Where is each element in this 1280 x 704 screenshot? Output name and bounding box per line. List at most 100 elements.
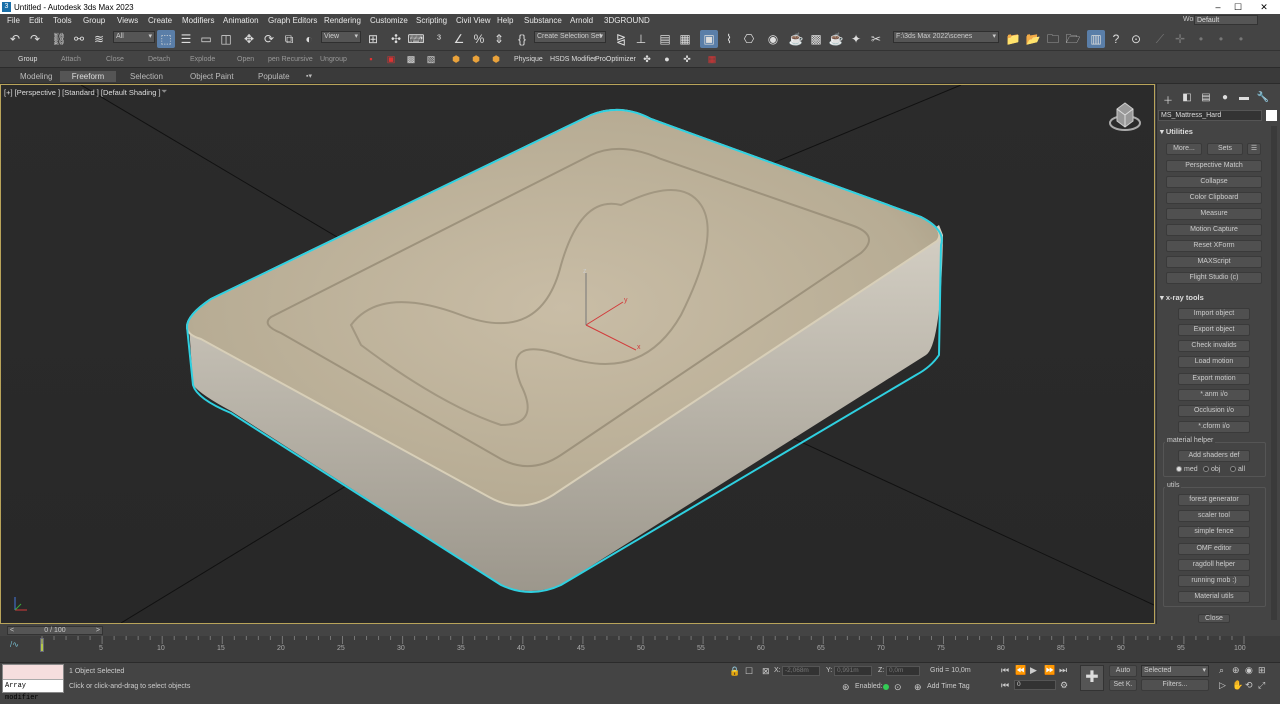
save-folder-icon[interactable]: 🗀 [1044,30,1062,48]
occlusion-io-button[interactable]: Occlusion i/o [1178,405,1250,417]
menu-civil-view[interactable]: Civil View [456,16,491,25]
go-to-start-icon[interactable]: ⏮ [1001,665,1009,676]
plugin-icon-4[interactable]: ▧ [422,50,440,68]
pivot-center-icon[interactable]: ⊞ [364,30,382,48]
maximize-viewport-icon[interactable]: ⤢ [1258,680,1265,691]
attach-button[interactable]: Attach [61,56,81,63]
hierarchy-tab-icon[interactable]: ▤ [1198,92,1214,106]
physique-button[interactable]: Physique [514,56,543,63]
radio-obj[interactable]: obj [1203,466,1220,473]
rotate-icon[interactable]: ⟳ [260,30,278,48]
project-folder-icon[interactable]: 📁 [1004,30,1022,48]
sphere-icon[interactable]: ● [658,50,676,68]
perspective-viewport[interactable]: x y z [+] [Perspective ] [Standard ] [De… [0,84,1155,624]
group-button[interactable]: Group [18,56,37,63]
plugin-icon-6[interactable]: ✜ [678,50,696,68]
command-panel-scrollbar[interactable] [1271,126,1277,620]
box-icon-1[interactable]: ⬢ [447,50,465,68]
tab-selection[interactable]: Selection [124,71,169,82]
material-editor-icon[interactable]: ◉ [764,30,782,48]
link-icon[interactable]: ⛓ [50,30,68,48]
import-object-button[interactable]: Import object [1178,308,1250,320]
select-object-icon[interactable]: ⬚ [157,30,175,48]
plugin-icon-7[interactable]: ▦ [703,50,721,68]
maxscript-listener[interactable]: Array modifier [2,664,64,702]
add-time-tag-icon[interactable]: ⊕ [914,682,922,693]
running-mob-button[interactable]: running mob :) [1178,575,1250,587]
load-motion-button[interactable]: Load motion [1178,356,1250,368]
y-coordinate-field[interactable]: 0,991m [834,666,872,676]
bind-space-warp-icon[interactable]: ≋ [90,30,108,48]
angle-snap-icon[interactable]: ∠ [450,30,468,48]
rectangular-selection-icon[interactable]: ▭ [197,30,215,48]
box-icon-2[interactable]: ⬢ [467,50,485,68]
menu-scripting[interactable]: Scripting [416,16,447,25]
tab-modeling[interactable]: Modeling [14,71,58,82]
plugin-icon-3[interactable]: ▩ [402,50,420,68]
menu-create[interactable]: Create [148,16,172,25]
xray-tools-rollout-title[interactable]: ▾ x-ray tools [1160,293,1204,302]
anm-io-button[interactable]: *.anm i/o [1178,389,1250,401]
help-icon[interactable]: ? [1107,30,1125,48]
set-key-icon[interactable]: ✚ [1080,665,1104,691]
time-slider[interactable]: <0 / 100 > [7,626,103,635]
maxscript-output[interactable]: Array modifier [3,679,63,704]
hsds-modifier-button[interactable]: HSDS Modifier [550,56,596,63]
menu-rendering[interactable]: Rendering [324,16,361,25]
menu-group[interactable]: Group [83,16,105,25]
spinner-snap-icon[interactable]: ⇕ [490,30,508,48]
time-configuration-icon[interactable]: ⚙ [1060,680,1068,691]
menu-file[interactable]: File [7,16,20,25]
maxscript-button[interactable]: MAXScript [1166,256,1262,268]
scaler-tool-button[interactable]: scaler tool [1178,510,1250,522]
perspective-match-button[interactable]: Perspective Match [1166,160,1262,172]
cform-io-button[interactable]: *.cform i/o [1178,421,1250,433]
layer-explorer-icon[interactable]: ▦ [676,30,694,48]
curve-editor-icon[interactable]: ⌇ [720,30,738,48]
object-color-swatch[interactable] [1266,110,1277,121]
auto-key-button[interactable]: Auto [1109,665,1137,677]
key-filters-button[interactable]: Filters... [1141,679,1209,691]
open-folder-icon[interactable]: 📂 [1024,30,1042,48]
motion-capture-button[interactable]: Motion Capture [1166,224,1262,236]
toggle-ribbon-icon[interactable]: ▣ [700,30,718,48]
key-filter-dropdown[interactable]: Selected [1141,665,1209,677]
render-production-icon[interactable]: ☕ [827,30,845,48]
export-motion-button[interactable]: Export motion [1178,373,1250,385]
add-shaders-def-button[interactable]: Add shaders def [1178,450,1250,462]
menu-edit[interactable]: Edit [29,16,43,25]
radio-all[interactable]: all [1230,466,1245,473]
selection-filter-dropdown[interactable]: All [113,31,155,43]
set-key-button[interactable]: Set K. [1109,679,1137,691]
next-frame-icon[interactable]: ⏩ [1044,665,1055,676]
viewport-label[interactable]: [+] [Perspective ] [Standard ] [Default … [4,88,161,97]
create-tab-icon[interactable]: ＋ [1160,92,1176,107]
plugin-icon-1[interactable]: ▪ [362,50,380,68]
play-icon[interactable]: ▶ [1030,665,1037,676]
minimize-button[interactable]: – [1208,1,1228,13]
current-frame-field[interactable]: 0 [1014,680,1056,690]
detach-button[interactable]: Detach [148,56,170,63]
reset-xform-button[interactable]: Reset XForm [1166,240,1262,252]
enabled-indicator[interactable] [883,684,889,690]
menu-animation[interactable]: Animation [223,16,259,25]
utilities-rollout-title[interactable]: ▾ Utilities [1160,127,1193,136]
menu-views[interactable]: Views [117,16,138,25]
window-crossing-icon[interactable]: ◫ [217,30,235,48]
archive-folder-icon[interactable]: 🗁 [1064,30,1082,48]
rendered-frame-window-icon[interactable]: ▩ [807,30,825,48]
omf-editor-button[interactable]: OMF editor [1178,543,1250,555]
field-of-view-icon[interactable]: ▷ [1219,680,1226,691]
display-tab-icon[interactable]: ▬ [1236,92,1252,106]
edit-named-selection-icon[interactable]: {} [513,30,531,48]
material-utils-button[interactable]: Material utils [1178,591,1250,603]
object-name-field[interactable]: MS_Mattress_Hard [1158,110,1262,121]
ribbon-options-icon[interactable]: ▪▾ [300,71,318,82]
z-coordinate-field[interactable]: 0,0m [886,666,920,676]
percent-snap-icon[interactable]: % [470,30,488,48]
align-icon[interactable]: ⊥ [632,30,650,48]
close-group-button[interactable]: Close [106,56,124,63]
key-mode-icon[interactable]: ⏮ [1001,680,1009,691]
zoom-icon[interactable]: ⌕ [1219,665,1224,676]
redo-icon[interactable]: ↷ [26,30,44,48]
